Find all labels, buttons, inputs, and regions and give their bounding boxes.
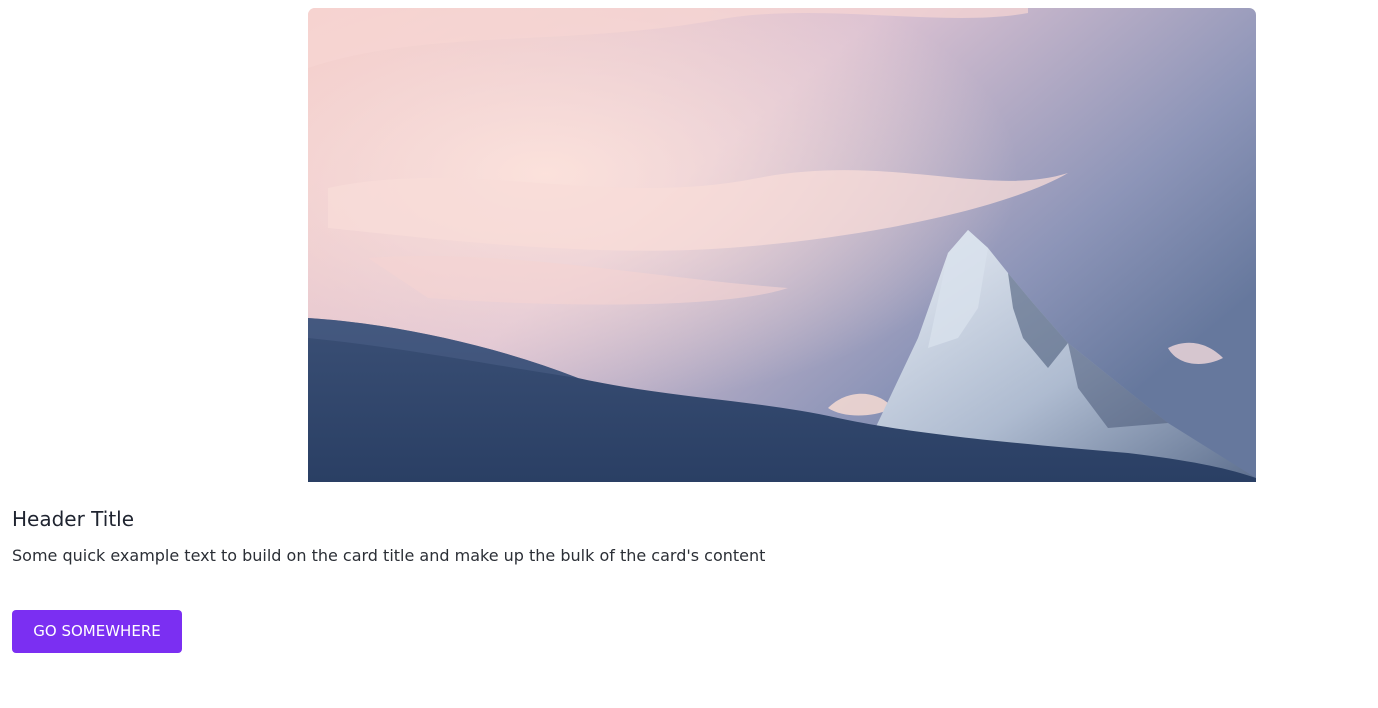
card-text: Some quick example text to build on the … <box>12 546 766 565</box>
mountain-image-icon <box>308 8 1256 482</box>
card-title: Header Title <box>12 507 135 531</box>
card-image <box>308 8 1256 482</box>
go-somewhere-button[interactable]: GO SOMEWHERE <box>12 610 182 653</box>
card: Header Title Some quick example text to … <box>0 0 1378 708</box>
